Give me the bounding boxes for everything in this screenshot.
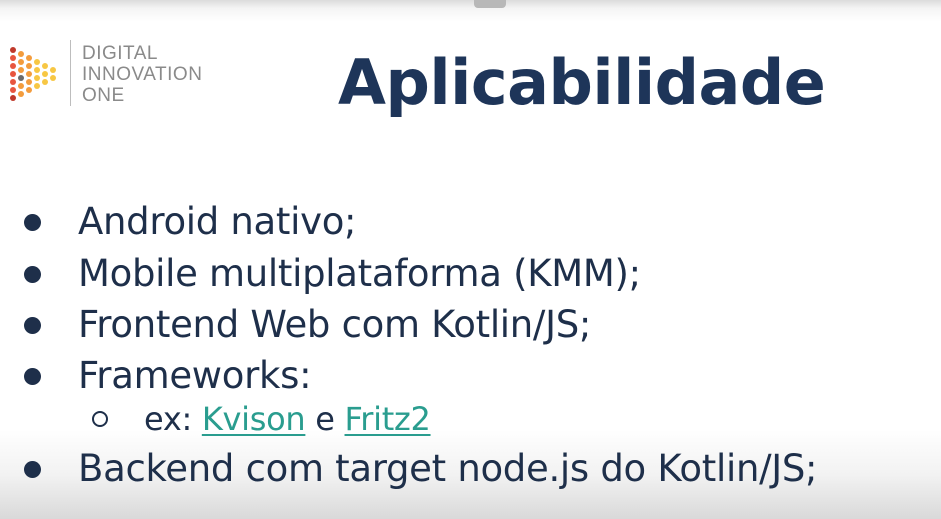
logo-dot <box>42 71 48 77</box>
logo-dot <box>34 75 40 81</box>
bullet-text: Backend com target node.js do Kotlin/JS; <box>78 447 818 490</box>
logo-dot <box>26 71 32 77</box>
logo-dot <box>26 79 32 85</box>
bullet-item: Android nativo; <box>24 197 357 247</box>
bullet-dot-icon <box>24 460 41 478</box>
fritz2-link[interactable]: Fritz2 <box>345 400 431 438</box>
sub-bullet-text: ex: Kvison e Fritz2 <box>144 396 431 442</box>
logo-dot <box>18 51 24 57</box>
bullet-text: Frontend Web com Kotlin/JS; <box>78 303 592 346</box>
logo-dot <box>34 83 40 89</box>
logo-wordmark: DIGITAL INNOVATION ONE <box>82 43 202 106</box>
slide-title: Aplicabilidade <box>338 46 826 119</box>
logo-line-1: DIGITAL <box>82 43 158 64</box>
logo-dot <box>10 47 16 53</box>
logo-dot <box>10 95 16 101</box>
logo-dot <box>10 79 16 85</box>
sub-bullet-item: ex: Kvison e Fritz2 <box>92 396 431 442</box>
logo-dot <box>26 63 32 69</box>
logo-mark-icon <box>10 47 56 101</box>
logo-dot <box>26 87 32 93</box>
kvison-link[interactable]: Kvison <box>202 400 306 438</box>
logo-line-2: INNOVATION <box>82 64 203 85</box>
sub-bullet-prefix: ex: <box>144 400 192 438</box>
logo-dot <box>42 79 48 85</box>
logo-dot <box>18 75 24 81</box>
bullet-item: Frontend Web com Kotlin/JS; <box>24 300 591 350</box>
logo-dot <box>50 75 56 81</box>
logo-dot <box>34 67 40 73</box>
logo-dot <box>42 63 48 69</box>
bullet-text: Mobile multiplataforma (KMM); <box>78 252 641 295</box>
bullet-item: Frameworks: <box>24 351 312 401</box>
logo-dot <box>18 91 24 97</box>
logo-dot <box>10 55 16 61</box>
sub-bullet-circle-icon <box>92 411 108 427</box>
logo-line-3: ONE <box>82 85 125 106</box>
logo-dot <box>50 67 56 73</box>
sub-bullet-conjunction: e <box>315 400 335 438</box>
bullet-dot-icon <box>24 213 41 231</box>
logo-dot <box>18 83 24 89</box>
bullet-text: Frameworks: <box>78 354 312 397</box>
logo-dot <box>26 55 32 61</box>
bullet-dot-icon <box>24 367 41 385</box>
bullet-item: Mobile multiplataforma (KMM); <box>24 249 641 299</box>
bullet-dot-icon <box>24 316 41 334</box>
bullet-item: Backend com target node.js do Kotlin/JS; <box>24 444 818 494</box>
logo-divider <box>70 40 71 106</box>
bullet-dot-icon <box>24 265 41 283</box>
logo-dot <box>34 59 40 65</box>
window-handle[interactable] <box>474 0 506 8</box>
digital-innovation-one-logo: DIGITAL INNOVATION ONE <box>8 40 228 110</box>
logo-dot <box>10 87 16 93</box>
logo-dot <box>18 59 24 65</box>
logo-dot <box>10 63 16 69</box>
bullet-text: Android nativo; <box>78 200 357 243</box>
logo-dot <box>10 71 16 77</box>
slide: DIGITAL INNOVATION ONE Aplicabilidade An… <box>0 0 941 519</box>
logo-dot <box>18 67 24 73</box>
